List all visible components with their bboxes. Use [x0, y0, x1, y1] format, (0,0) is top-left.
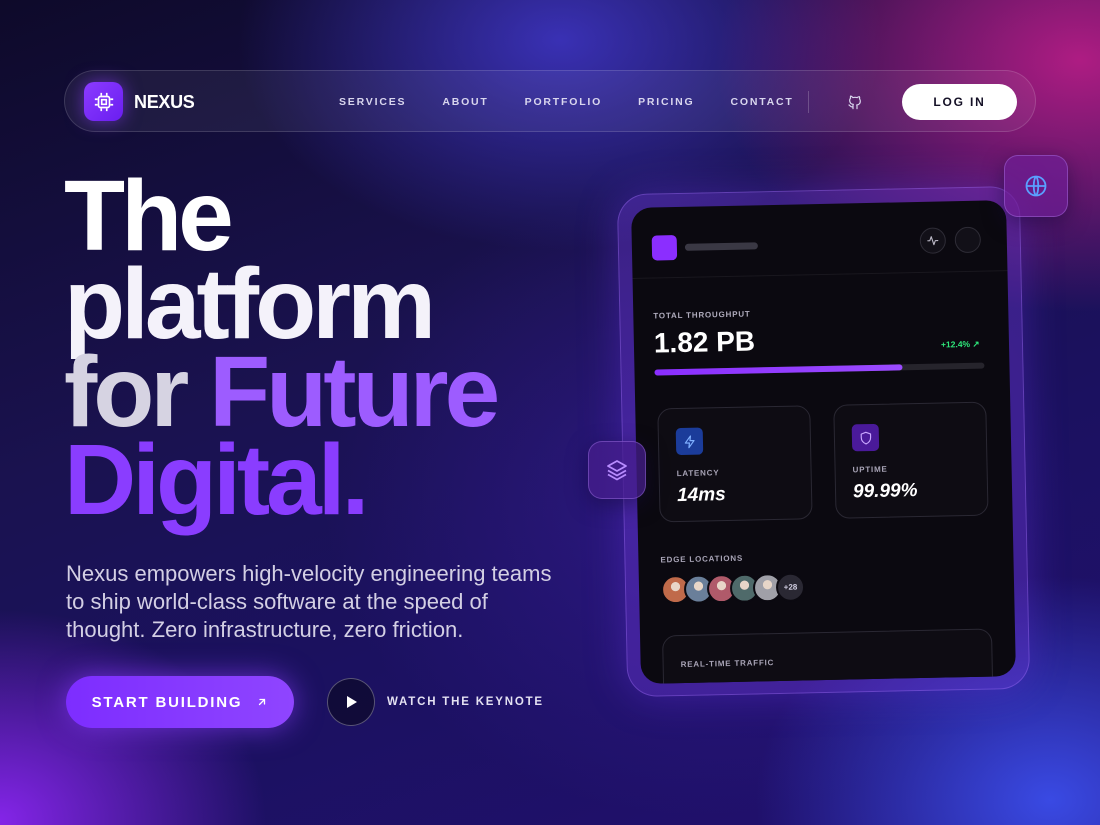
login-button[interactable]: LOG IN: [902, 84, 1017, 120]
nav-divider: [808, 91, 809, 113]
github-icon[interactable]: [847, 94, 863, 110]
throughput-progress-fill: [654, 364, 903, 376]
nav-link-services[interactable]: SERVICES: [339, 96, 406, 108]
nav-link-contact[interactable]: CONTACT: [730, 96, 793, 108]
play-icon: [347, 696, 357, 708]
traffic-label: REAL-TIME TRAFFIC: [680, 658, 775, 670]
lightning-icon: [675, 427, 704, 456]
throughput-label: TOTAL THROUGHPUT: [653, 309, 751, 321]
avatar-stack: +28: [660, 572, 806, 605]
dashboard-header: [631, 200, 1008, 279]
throughput-value: 1.82 PB: [653, 325, 756, 359]
start-building-button[interactable]: START BUILDING: [66, 676, 294, 728]
latency-label: LATENCY: [676, 468, 720, 479]
realtime-traffic-card: REAL-TIME TRAFFIC: [662, 628, 994, 684]
headline-line-3: for Future: [64, 342, 500, 442]
watch-keynote-link[interactable]: WATCH THE KEYNOTE: [387, 696, 544, 708]
avatar-more-count[interactable]: +28: [775, 572, 806, 603]
layers-icon[interactable]: [588, 441, 646, 499]
start-building-label: START BUILDING: [91, 693, 243, 711]
headline-line-1: The: [64, 160, 234, 272]
latency-value: 14ms: [676, 484, 726, 507]
arrow-up-right-icon: [259, 698, 266, 706]
top-nav: NEXUS SERVICES ABOUT PORTFOLIO PRICING C…: [64, 70, 1036, 132]
headline-digital: Digital.: [64, 424, 369, 536]
uptime-card: UPTIME 99.99%: [833, 401, 989, 519]
dashboard-card: TOTAL THROUGHPUT 1.82 PB +12.4% ↗ LATENC…: [631, 200, 1016, 684]
app-icon: [651, 235, 678, 261]
uptime-value: 99.99%: [852, 480, 918, 503]
throughput-delta: +12.4% ↗: [940, 338, 980, 350]
cpu-icon[interactable]: [84, 82, 123, 121]
activity-icon[interactable]: [919, 227, 947, 254]
nav-link-about[interactable]: ABOUT: [442, 96, 488, 108]
edge-locations-label: EDGE LOCATIONS: [660, 553, 744, 565]
uptime-label: UPTIME: [852, 464, 888, 475]
header-action-button[interactable]: [954, 226, 982, 254]
shield-icon: [851, 423, 880, 452]
nav-links: SERVICES ABOUT PORTFOLIO PRICING CONTACT: [339, 96, 830, 108]
app-title-placeholder: [684, 242, 758, 251]
nav-link-portfolio[interactable]: PORTFOLIO: [525, 96, 602, 108]
throughput-progress-bar: [654, 362, 985, 376]
hero-subtitle: Nexus empowers high-velocity engineering…: [66, 561, 552, 642]
play-button[interactable]: [327, 678, 375, 726]
dashboard-preview: TOTAL THROUGHPUT 1.82 PB +12.4% ↗ LATENC…: [616, 185, 1031, 698]
hero-headline: The platform for Future Digital.: [64, 160, 500, 536]
nav-link-pricing[interactable]: PRICING: [638, 96, 694, 108]
latency-card: LATENCY 14ms: [657, 405, 813, 523]
globe-icon[interactable]: [1004, 155, 1068, 217]
headline-line-2: platform: [64, 248, 436, 360]
brand-name[interactable]: NEXUS: [134, 92, 195, 113]
